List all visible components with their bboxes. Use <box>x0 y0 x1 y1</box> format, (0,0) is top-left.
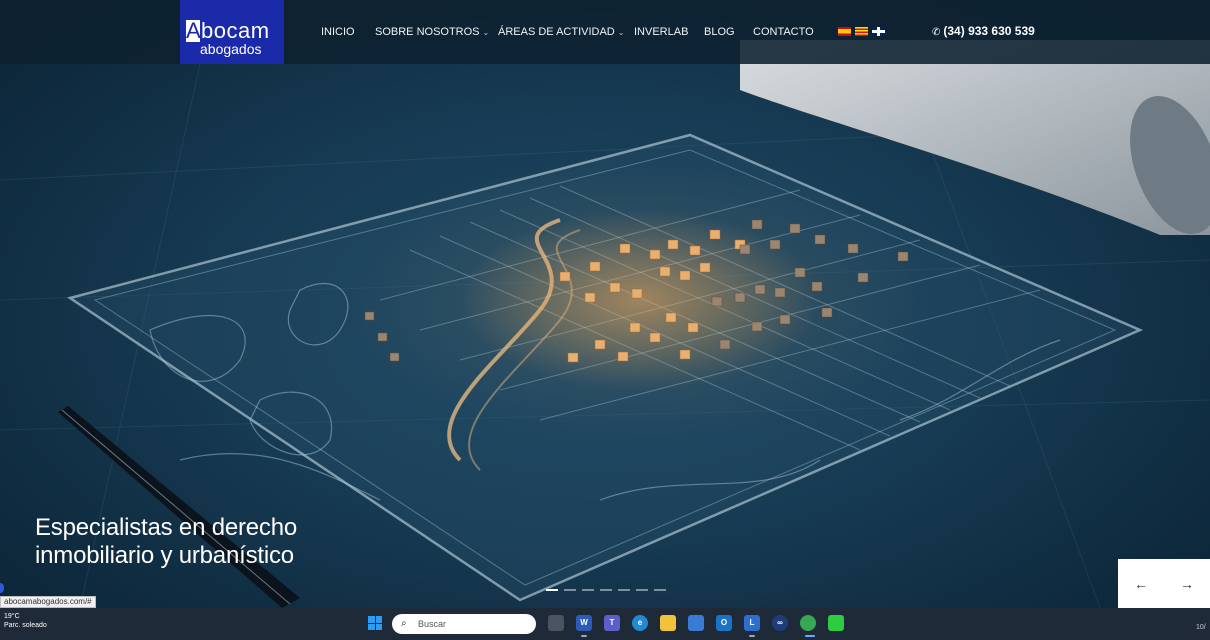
headline-line-1: Especialistas en derecho <box>35 514 298 541</box>
teams-icon[interactable]: T <box>604 615 620 631</box>
running-indicator <box>749 635 755 637</box>
taskbar-search[interactable]: ⌕ Buscar <box>392 614 536 634</box>
copilot-icon[interactable]: ∞ <box>772 615 788 631</box>
logo-subtitle: abogados <box>200 41 262 57</box>
word-icon[interactable]: W <box>576 615 592 631</box>
language-switcher <box>838 27 885 36</box>
status-bar-url: abocamabogados.com/# <box>0 596 96 608</box>
terminal-app-icon[interactable] <box>828 615 844 631</box>
pen <box>58 406 300 608</box>
weather-widget[interactable]: 19°C Parc. soleado <box>4 612 47 630</box>
slider-pagination <box>546 589 666 591</box>
chevron-down-icon: ⌄ <box>482 28 490 37</box>
task-view-icon[interactable] <box>548 615 564 631</box>
chevron-down-icon: ⌄ <box>617 28 625 37</box>
slide-dot[interactable] <box>582 589 594 591</box>
active-indicator <box>805 635 815 637</box>
search-icon: ⌕ <box>401 618 407 629</box>
site-header: Abocam abogados INICIO SOBRE NOSOTROS ⌄ Á… <box>0 0 1210 64</box>
hero-headline: Especialistas en derecho inmobiliario y … <box>35 514 297 570</box>
slide-dot[interactable] <box>636 589 648 591</box>
chrome-icon[interactable] <box>800 615 816 631</box>
weather-desc: Parc. soleado <box>4 622 47 629</box>
ca-flag-icon[interactable] <box>855 27 868 36</box>
slide-dot[interactable] <box>564 589 576 591</box>
nav-contacto[interactable]: CONTACTO <box>753 26 814 38</box>
phone-icon: ✆ <box>932 27 941 38</box>
nav-inverlab[interactable]: INVERLAB <box>634 26 688 38</box>
file-explorer-icon[interactable] <box>660 615 676 631</box>
logo-initial: A <box>186 18 202 43</box>
lens-app-icon[interactable]: L <box>744 615 760 631</box>
nav-inicio[interactable]: INICIO <box>321 26 355 38</box>
windows-start-icon[interactable] <box>368 616 382 630</box>
next-arrow-icon[interactable]: → <box>1180 576 1194 592</box>
phone-number: (34) 933 630 539 <box>943 24 1035 38</box>
prev-arrow-icon[interactable]: ← <box>1134 576 1148 592</box>
nav-sobre-nosotros[interactable]: SOBRE NOSOTROS ⌄ <box>375 26 489 38</box>
nav-blog[interactable]: BLOG <box>704 26 735 38</box>
taskbar-clock: 10/ <box>1196 624 1206 631</box>
slide-dot[interactable] <box>546 589 558 591</box>
en-flag-icon[interactable] <box>872 27 885 36</box>
site-logo[interactable]: Abocam abogados <box>180 0 284 64</box>
search-placeholder: Buscar <box>418 619 447 629</box>
slide-dot[interactable] <box>618 589 630 591</box>
slider-controls: ← → <box>1118 559 1210 608</box>
weather-temp: 19°C <box>4 613 20 620</box>
es-flag-icon[interactable] <box>838 27 851 36</box>
nav-areas-de-actividad[interactable]: ÁREAS DE ACTIVIDAD ⌄ <box>498 26 624 38</box>
edge-icon[interactable]: e <box>632 615 648 631</box>
store-icon[interactable] <box>688 615 704 631</box>
slide-dot[interactable] <box>654 589 666 591</box>
phone-link[interactable]: ✆ (34) 933 630 539 <box>932 24 1035 38</box>
headline-line-2: inmobiliario y urbanístico <box>35 542 294 569</box>
slide-dot[interactable] <box>600 589 612 591</box>
outlook-icon[interactable]: O <box>716 615 732 631</box>
running-indicator <box>581 635 587 637</box>
logo-name: bocam <box>201 18 270 43</box>
